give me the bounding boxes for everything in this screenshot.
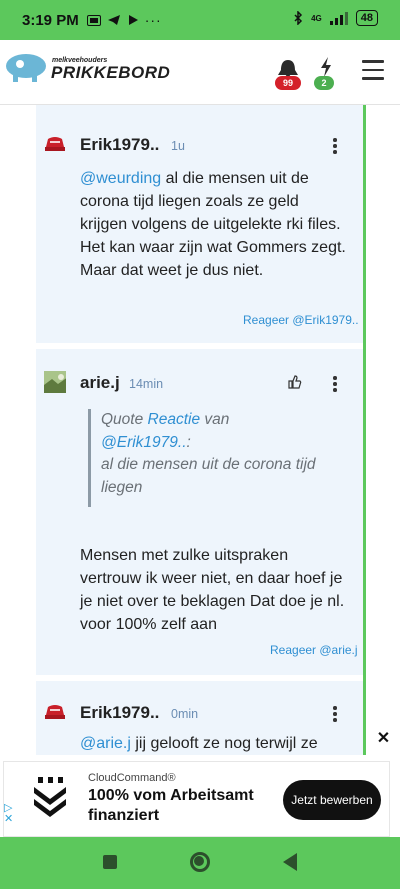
signal-icon — [329, 12, 348, 25]
ad-close-button[interactable]: ✕ — [367, 722, 400, 755]
comment-text: @arie.j jij gelooft ze nog terwijl ze — [80, 732, 350, 755]
app-header: melkveehouders PRIKKEBORD 99 2 — [0, 40, 400, 105]
comment-time: 14min — [129, 377, 164, 391]
bluetooth-icon — [294, 11, 303, 25]
thread-indicator-line — [363, 105, 366, 755]
status-notification-icons: ··· — [86, 12, 162, 28]
network-label: 4G — [311, 13, 322, 23]
comment-mention[interactable]: @arie.j — [80, 735, 131, 752]
ad-banner[interactable]: CloudCommand® 100% vom Arbeitsamt finanz… — [0, 755, 400, 837]
comment-author[interactable]: arie.j — [80, 373, 120, 393]
notifications-badge: 99 — [275, 76, 301, 90]
logo-title[interactable]: PRIKKEBORD — [51, 63, 170, 83]
sim-icon — [86, 14, 101, 26]
quote-colon: : — [186, 433, 191, 451]
more-options-icon[interactable] — [333, 138, 337, 156]
avatar[interactable] — [44, 133, 66, 155]
quote-prefix: Quote — [101, 411, 148, 428]
comment-body: jij gelooft ze nog terwijl ze — [130, 735, 318, 752]
comment-time: 1u — [171, 139, 185, 153]
comment-card: arie.j 14min Quote Reactie van @Erik1979… — [36, 349, 363, 675]
comment-body: Mensen met zulke uitspraken vertrouw ik … — [80, 547, 345, 633]
avatar[interactable] — [44, 371, 66, 393]
comment-author[interactable]: Erik1979.. — [80, 135, 159, 155]
telegram-icon — [107, 15, 120, 25]
comment-text: @weurding al die mensen uit de corona ti… — [80, 167, 350, 282]
ad-cta-button[interactable]: Jetzt bewerben — [283, 780, 381, 820]
comment-card: Erik1979.. 0min @arie.j jij gelooft ze n… — [36, 681, 363, 755]
ad-brand: CloudCommand® — [88, 772, 176, 784]
battery-icon: 48 — [355, 10, 378, 26]
home-button-dot — [194, 856, 204, 866]
quote-mid: van — [200, 411, 230, 428]
reply-link[interactable]: Reageer @Erik1979.. — [243, 313, 359, 327]
bolt-icon[interactable] — [319, 56, 333, 78]
status-bar: 3:19 PM ··· 4G 48 — [0, 0, 400, 40]
system-nav-bar — [0, 837, 400, 889]
adchoices-icon[interactable]: ▷ ✕ — [4, 803, 13, 825]
comment-author[interactable]: Erik1979.. — [80, 703, 159, 723]
recents-button[interactable] — [103, 855, 117, 869]
quote-text: al die mensen uit de corona tijd liegen — [101, 456, 316, 496]
status-time: 3:19 PM — [22, 11, 79, 29]
quote-user-link[interactable]: @Erik1979.. — [101, 434, 187, 451]
bolt-badge: 2 — [314, 76, 334, 90]
avatar[interactable] — [44, 701, 66, 723]
quote-reaction-link[interactable]: Reactie — [148, 411, 201, 428]
cow-logo-icon[interactable] — [4, 52, 50, 84]
comment-mention[interactable]: @weurding — [80, 170, 161, 187]
quote-block: Quote Reactie van @Erik1979..: al die men… — [88, 409, 351, 507]
ad-headline[interactable]: 100% vom Arbeitsamt finanziert — [88, 786, 283, 826]
comment-thread[interactable]: Erik1979.. 1u @weurding al die mensen ui… — [0, 105, 400, 755]
reply-link[interactable]: Reageer @arie.j — [270, 643, 358, 657]
more-options-icon[interactable] — [333, 706, 337, 724]
ad-content[interactable]: CloudCommand® 100% vom Arbeitsamt finanz… — [3, 761, 390, 837]
comment-time: 0min — [171, 707, 199, 721]
cloudcommand-logo-icon — [34, 777, 66, 817]
comment-card: Erik1979.. 1u @weurding al die mensen ui… — [36, 105, 363, 343]
back-button[interactable] — [283, 853, 297, 871]
status-right: 4G 48 — [293, 10, 378, 26]
more-options-icon[interactable] — [333, 376, 337, 394]
play-icon — [128, 15, 138, 25]
more-dots-icon: ··· — [144, 12, 162, 28]
thumbs-up-icon[interactable] — [288, 375, 302, 389]
hamburger-menu-icon[interactable] — [362, 60, 384, 86]
